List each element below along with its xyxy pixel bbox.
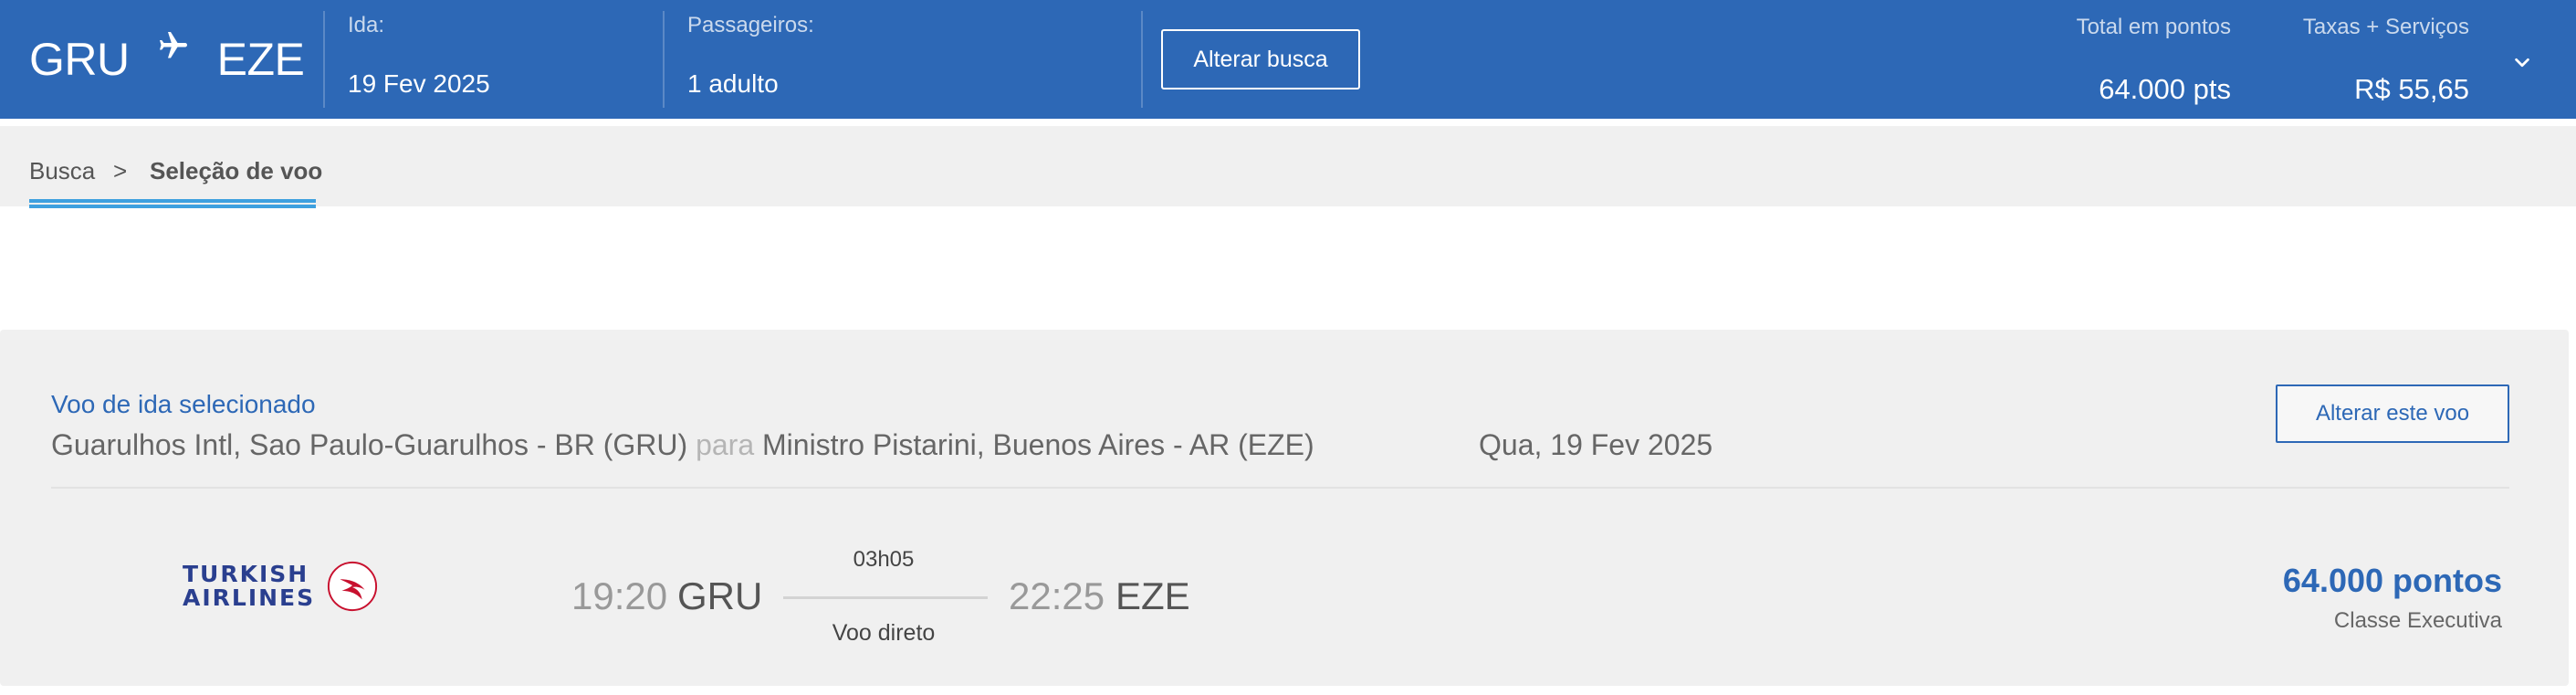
departure-airport-code: GRU — [677, 574, 763, 617]
airplane-icon — [159, 32, 187, 58]
departure-date: 19 Fev 2025 — [348, 69, 490, 98]
passengers-value: 1 adulto — [687, 69, 779, 98]
selected-flight-panel: Voo de ida selecionado Guarulhos Intl, S… — [0, 330, 2569, 686]
total-points-label: Total em pontos — [2076, 15, 2231, 39]
origin-airport-full: Guarulhos Intl, Sao Paulo-Guarulhos - BR… — [51, 428, 688, 461]
stops-info: Voo direto — [832, 620, 936, 646]
airline-wordmark: TURKISH AIRLINES — [183, 563, 315, 610]
duration-line — [783, 596, 988, 599]
header-divider — [663, 11, 665, 108]
breadcrumb-item-search[interactable]: Busca — [29, 157, 95, 185]
airline-name-line2: AIRLINES — [183, 584, 316, 611]
route-connector: para — [696, 428, 755, 461]
arrival-time: 22:25 — [1009, 574, 1105, 617]
header-divider — [1141, 11, 1143, 108]
turkish-airlines-logo: TURKISH AIRLINES — [183, 560, 379, 613]
search-summary-header: GRU EZE Ida: 19 Fev 2025 Passageiros: 1 … — [0, 0, 2576, 119]
origin-code: GRU — [29, 34, 130, 85]
breadcrumb-separator: > — [113, 157, 128, 184]
alter-search-button[interactable]: Alterar busca — [1161, 29, 1360, 90]
destination-code: EZE — [216, 34, 305, 85]
departure-time: 19:20 — [571, 574, 668, 617]
destination-airport-full: Ministro Pistarini, Buenos Aires - AR (E… — [762, 428, 1314, 461]
flight-date: Qua, 19 Fev 2025 — [1479, 428, 1713, 461]
alter-flight-button[interactable]: Alterar este voo — [2276, 384, 2509, 443]
flight-points: 64.000 pontos — [2282, 562, 2502, 599]
selected-flight-title: Voo de ida selecionado — [51, 390, 316, 418]
arrival-airport-code: EZE — [1115, 574, 1190, 617]
header-divider — [323, 11, 325, 108]
total-points-value: 64.000 pts — [2099, 73, 2231, 105]
breadcrumb-active-indicator — [29, 199, 316, 208]
route-summary: GRU EZE — [29, 32, 305, 86]
divider — [51, 487, 2509, 489]
flight-duration: 03h05 — [853, 547, 915, 572]
passengers-label: Passageiros: — [687, 13, 814, 37]
breadcrumb: Busca > Seleção de voo — [0, 119, 2576, 208]
cabin-class: Classe Executiva — [2333, 608, 2502, 633]
chevron-down-icon[interactable] — [2512, 53, 2532, 73]
route-description: Guarulhos Intl, Sao Paulo-Guarulhos - BR… — [51, 428, 1314, 462]
departure-label: Ida: — [348, 13, 385, 37]
breadcrumb-item-flight-selection: Seleção de voo — [150, 157, 323, 184]
taxes-value: R$ 55,65 — [2354, 73, 2469, 105]
taxes-label: Taxas + Serviços — [2302, 15, 2469, 39]
turkish-airlines-bird-icon — [328, 561, 378, 612]
airline-name-line1: TURKISH — [183, 561, 309, 587]
